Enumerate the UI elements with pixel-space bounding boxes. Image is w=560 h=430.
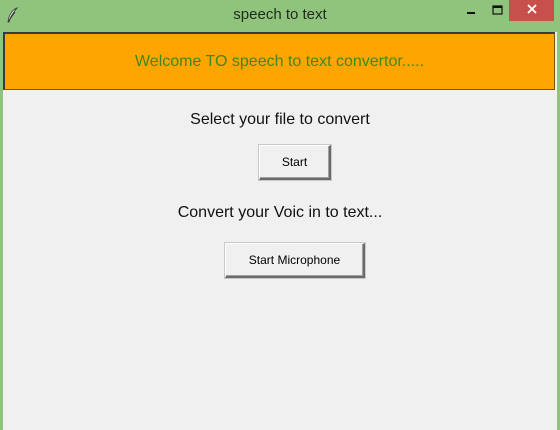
welcome-text: Welcome TO speech to text convertor.....	[134, 53, 425, 70]
client-area: Welcome TO speech to text convertor.....…	[3, 32, 557, 430]
title-bar[interactable]: speech to text	[0, 0, 560, 32]
minimize-icon	[466, 2, 476, 20]
close-icon	[526, 2, 538, 20]
maximize-icon	[491, 2, 503, 20]
minimize-button[interactable]	[458, 0, 484, 21]
close-button[interactable]	[509, 0, 554, 21]
maximize-button[interactable]	[484, 0, 510, 21]
welcome-banner: Welcome TO speech to text convertor.....	[3, 32, 555, 90]
app-window: speech to text Welcome TO speech to text…	[0, 0, 560, 430]
convert-voice-label: Convert your Voic in to text...	[177, 204, 383, 221]
start-button[interactable]: Start	[259, 145, 331, 180]
select-file-label: Select your file to convert	[190, 111, 370, 128]
start-microphone-button[interactable]: Start Microphone	[225, 243, 365, 278]
